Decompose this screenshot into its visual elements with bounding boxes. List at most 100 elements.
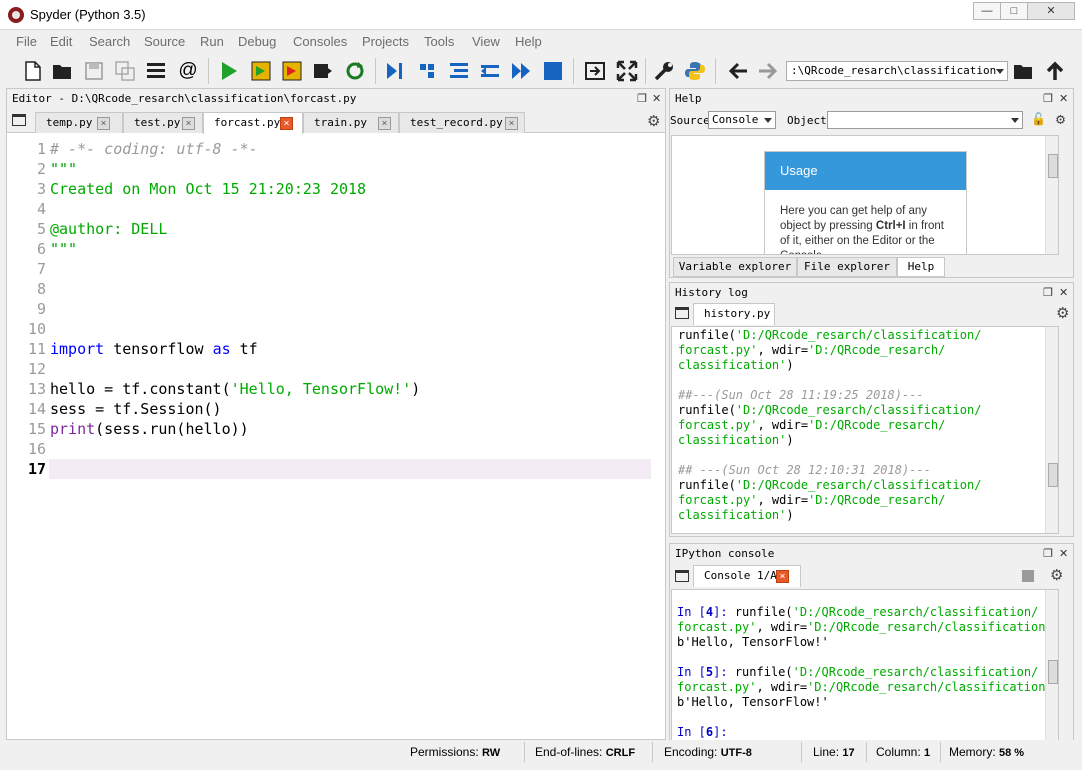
- tab-train[interactable]: train.py ×: [303, 112, 399, 133]
- string-text: 'Hello, TensorFlow!': [230, 380, 412, 398]
- lock-icon[interactable]: 🔓: [1031, 112, 1046, 126]
- history-scrollbar[interactable]: [1045, 327, 1058, 533]
- undock-icon[interactable]: ❐: [1043, 89, 1053, 109]
- close-tab-icon[interactable]: ×: [776, 570, 789, 583]
- close-tab-icon[interactable]: ×: [182, 117, 195, 130]
- save-all-icon[interactable]: [114, 60, 136, 82]
- gear-icon[interactable]: ⚙: [1056, 110, 1065, 128]
- back-arrow-icon[interactable]: [727, 60, 749, 82]
- string-text: classification': [678, 508, 787, 522]
- tab-history[interactable]: history.py: [693, 303, 775, 325]
- at-sign-icon[interactable]: @: [177, 60, 199, 82]
- gear-icon[interactable]: ⚙: [647, 112, 660, 130]
- close-tab-icon[interactable]: ×: [505, 117, 518, 130]
- close-pane-icon[interactable]: ✕: [1059, 544, 1068, 564]
- browse-folder-icon[interactable]: [1012, 60, 1034, 82]
- console-scrollbar[interactable]: [1045, 590, 1058, 740]
- string-text: 'D:/QRcode_resarch/classification/: [735, 478, 982, 492]
- run-icon[interactable]: [218, 60, 240, 82]
- undock-icon[interactable]: ❐: [637, 89, 647, 109]
- stop-kernel-icon[interactable]: [1022, 570, 1034, 582]
- tab-test[interactable]: test.py ×: [123, 112, 203, 133]
- browse-tabs-icon[interactable]: [675, 570, 689, 582]
- toolbar-separator: [573, 58, 574, 84]
- ipython-console-view[interactable]: In [4]: runfile('D:/QRcode_resarch/class…: [671, 589, 1059, 741]
- code-text: runfile(: [734, 665, 793, 679]
- close-pane-icon[interactable]: ✕: [1059, 89, 1068, 109]
- tab-help[interactable]: Help: [897, 257, 945, 277]
- minimize-button[interactable]: —: [973, 2, 1001, 20]
- menu-view[interactable]: View: [472, 34, 500, 49]
- tab-console-1a[interactable]: Console 1/A ×: [693, 565, 801, 587]
- open-folder-icon[interactable]: [51, 60, 73, 82]
- line-number: 6: [36, 240, 46, 258]
- tab-file-explorer[interactable]: File explorer: [797, 257, 897, 277]
- scroll-thumb[interactable]: [1048, 154, 1058, 178]
- close-pane-icon[interactable]: ✕: [652, 89, 661, 109]
- forward-arrow-icon[interactable]: [757, 60, 779, 82]
- working-directory-combo[interactable]: :\QRcode_resarch\classification: [786, 61, 1008, 81]
- keyword-text: as: [212, 340, 231, 358]
- save-icon[interactable]: [83, 60, 105, 82]
- stop-debug-icon[interactable]: [542, 60, 564, 82]
- status-separator: [866, 742, 867, 762]
- browse-tabs-icon[interactable]: [12, 114, 26, 126]
- fullscreen-icon[interactable]: [616, 60, 638, 82]
- run-selection-icon[interactable]: [312, 60, 334, 82]
- console-input-line: forcast.py', wdir='D:/QRcode_resarch/cla…: [677, 620, 1058, 635]
- browse-tabs-icon[interactable]: [675, 307, 689, 319]
- rerun-icon[interactable]: [344, 60, 366, 82]
- source-combo[interactable]: Console: [708, 111, 776, 129]
- tab-temp[interactable]: temp.py ×: [35, 112, 123, 133]
- tab-test-record[interactable]: test_record.py ×: [399, 112, 525, 133]
- string-text: forcast.py': [677, 620, 757, 634]
- run-cell-icon[interactable]: [250, 60, 272, 82]
- close-button[interactable]: ✕: [1027, 2, 1075, 20]
- history-log-view[interactable]: runfile('D:/QRcode_resarch/classificatio…: [671, 326, 1059, 534]
- step-return-icon[interactable]: [479, 60, 501, 82]
- tab-label: train.py: [314, 116, 367, 129]
- scroll-thumb[interactable]: [1048, 463, 1058, 487]
- new-file-icon[interactable]: [22, 60, 44, 82]
- maximize-pane-icon[interactable]: [584, 60, 606, 82]
- undock-icon[interactable]: ❐: [1043, 283, 1053, 303]
- wrench-icon[interactable]: [653, 60, 675, 82]
- close-tab-icon[interactable]: ×: [97, 117, 110, 130]
- python-icon[interactable]: [684, 60, 706, 82]
- menu-file[interactable]: File: [16, 34, 37, 49]
- menu-consoles[interactable]: Consoles: [293, 34, 347, 49]
- scroll-thumb[interactable]: [1048, 660, 1058, 684]
- menu-projects[interactable]: Projects: [362, 34, 409, 49]
- menu-help[interactable]: Help: [515, 34, 542, 49]
- parent-directory-icon[interactable]: [1044, 60, 1066, 82]
- run-cell-advance-icon[interactable]: [281, 60, 303, 82]
- tab-variable-explorer[interactable]: Variable explorer: [673, 257, 797, 277]
- object-combo[interactable]: [827, 111, 1023, 129]
- list-icon[interactable]: [145, 60, 167, 82]
- step-icon[interactable]: [416, 60, 438, 82]
- close-tab-icon[interactable]: ×: [280, 117, 293, 130]
- string-text: forcast.py': [677, 680, 757, 694]
- memory-status: Memory: 58 %: [949, 745, 1024, 759]
- debug-icon[interactable]: [384, 60, 406, 82]
- menu-source[interactable]: Source: [144, 34, 185, 49]
- menu-search[interactable]: Search: [89, 34, 130, 49]
- close-tab-icon[interactable]: ×: [378, 117, 391, 130]
- menu-run[interactable]: Run: [200, 34, 224, 49]
- undock-icon[interactable]: ❐: [1043, 544, 1053, 564]
- code-editor[interactable]: 1 2 3 4 5 6 7 8 9 10 11 12 13 14 15 16 1…: [7, 134, 665, 739]
- help-scrollbar[interactable]: [1045, 136, 1058, 254]
- column-status: Column: 1: [876, 745, 930, 759]
- close-pane-icon[interactable]: ✕: [1059, 283, 1068, 303]
- gear-icon[interactable]: ⚙: [1056, 304, 1069, 322]
- maximize-button[interactable]: □: [1000, 2, 1028, 20]
- menu-tools[interactable]: Tools: [424, 34, 454, 49]
- menu-edit[interactable]: Edit: [50, 34, 72, 49]
- menu-debug[interactable]: Debug: [238, 34, 276, 49]
- step-into-icon[interactable]: [448, 60, 470, 82]
- help-viewer: Usage Here you can get help of any objec…: [671, 135, 1059, 255]
- gear-icon[interactable]: ⚙: [1050, 566, 1063, 584]
- tab-forcast[interactable]: forcast.py ×: [203, 112, 303, 134]
- continue-icon[interactable]: [510, 60, 532, 82]
- encoding-status: Encoding: UTF-8: [664, 745, 752, 759]
